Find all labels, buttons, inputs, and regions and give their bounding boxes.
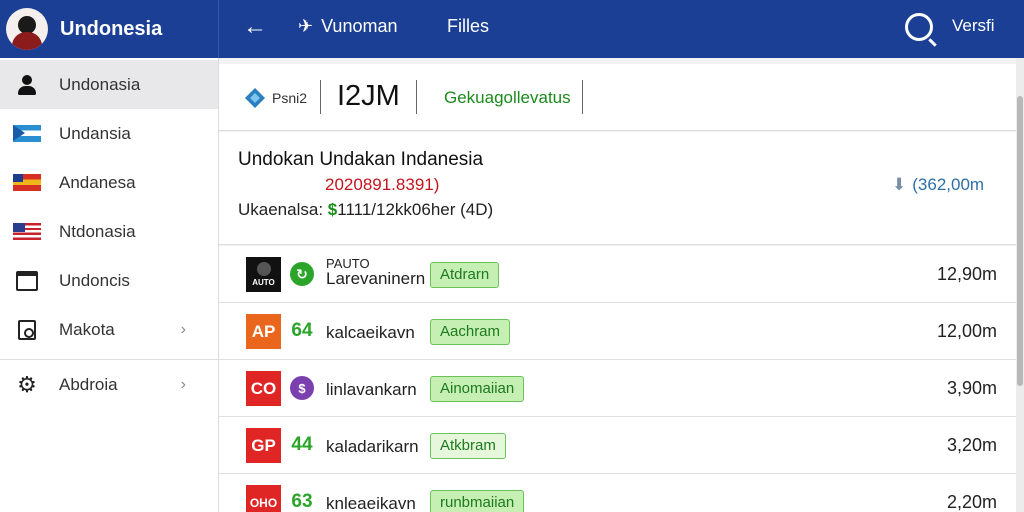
- row-number: 64: [291, 320, 313, 341]
- sidebar-item-makota[interactable]: Makota ›: [0, 305, 218, 354]
- summary-line-label: Ukaenalsa:: [238, 200, 324, 219]
- summary-code: 2020891.8391): [325, 175, 440, 194]
- app-logo-auto: AUTO: [246, 257, 281, 292]
- row-name: linlavankarn: [326, 380, 417, 399]
- plane-icon: ✈: [298, 16, 314, 36]
- table-row[interactable]: CO $ linlavankarn Ainomaiian 3,90m: [219, 360, 1016, 417]
- row-size: 2,20m: [946, 492, 997, 512]
- status-badge: Atdrarn: [430, 262, 500, 288]
- sidebar-item-undonasia[interactable]: Undonasia: [0, 60, 218, 109]
- row-name: kalcaeikavn: [326, 323, 415, 342]
- flag-icon: [13, 174, 41, 191]
- status-badge: runbmaiian: [430, 490, 525, 512]
- row-number: 44: [291, 434, 313, 455]
- brand-logo: [6, 8, 48, 50]
- brand-title: Undonesia: [60, 17, 163, 40]
- dollar-icon: $: [290, 376, 314, 400]
- toolbar-separator: [320, 80, 321, 114]
- brand: Undonesia: [0, 0, 219, 58]
- toolbar-small-label: Psni2: [272, 90, 308, 106]
- row-name: PAUTO Larevaninern: [326, 256, 426, 288]
- refresh-icon: ↻: [290, 262, 314, 286]
- sidebar-item-undansia[interactable]: Undansia: [0, 109, 218, 158]
- version-link[interactable]: Versfi: [952, 16, 995, 36]
- box-icon: [18, 319, 36, 340]
- summary-line-rest: 1111/12kk06her (4D): [337, 200, 494, 219]
- table-row[interactable]: GP 44 kaladarikarn Atkbram 3,20m: [219, 417, 1016, 474]
- chevron-right-icon: ›: [180, 320, 186, 338]
- sidebar-item-abdroia[interactable]: ⚙ Abdroia ›: [0, 360, 218, 409]
- back-arrow-icon[interactable]: ←: [240, 12, 270, 42]
- sidebar-item-undoncis[interactable]: Undoncis: [0, 256, 218, 305]
- top-bar: Undonesia ← ✈ Vunoman Filles Versfi: [0, 0, 1024, 58]
- row-size: 3,90m: [946, 378, 997, 398]
- app-logo-oho: OHO: [246, 485, 281, 512]
- nav-link-files[interactable]: Filles: [447, 16, 489, 37]
- row-size: 12,90m: [936, 264, 997, 284]
- scrollbar-thumb[interactable]: [1017, 96, 1023, 386]
- row-name: kaladarikarn: [326, 437, 419, 456]
- app-logo-gp: GP: [246, 428, 281, 463]
- file-list: AUTO ↻ PAUTO Larevaninern Atdrarn 12,90m…: [219, 246, 1016, 512]
- summary-right-value: ⬇ (362,00m: [892, 175, 985, 194]
- status-badge: Ainomaiian: [430, 376, 525, 402]
- summary-line: Ukaenalsa: $1111/12kk06her (4D): [238, 200, 493, 220]
- table-row[interactable]: AUTO ↻ PAUTO Larevaninern Atdrarn 12,90m: [219, 246, 1016, 303]
- app-logo-co: CO: [246, 371, 281, 406]
- download-arrow-icon: ⬇: [892, 175, 907, 194]
- gear-icon: ⚙: [17, 371, 37, 397]
- table-row[interactable]: OHO 63 knleaeikavn runbmaiian 2,20m: [219, 474, 1016, 512]
- summary-title: Undokan Undakan Indanesia: [238, 149, 484, 170]
- row-name: knleaeikavn: [326, 494, 416, 512]
- summary-amount: $: [327, 200, 338, 219]
- toolbar-separator: [416, 80, 417, 114]
- sidebar-item-andanesa[interactable]: Andanesa: [0, 158, 218, 207]
- sidebar-item-ntdonasia[interactable]: Ntdonasia: [0, 207, 218, 256]
- chevron-right-icon: ›: [180, 375, 186, 393]
- nav-link-vunoman[interactable]: ✈ Vunoman: [298, 16, 397, 37]
- status-badge: Atkbram: [430, 433, 506, 459]
- toolbar-green-label[interactable]: Gekuagollevatus: [444, 88, 571, 108]
- row-size: 3,20m: [946, 435, 997, 455]
- flag-icon: [13, 223, 41, 240]
- window-icon: [16, 270, 38, 291]
- status-badge: Aachram: [430, 319, 511, 345]
- sidebar: Undonasia Undansia Andanesa Ntdonasia Un…: [0, 58, 219, 512]
- row-size: 12,00m: [936, 321, 997, 341]
- flag-icon: [13, 125, 41, 142]
- table-row[interactable]: AP 64 kalcaeikavn Aachram 12,00m: [219, 303, 1016, 360]
- person-icon: [17, 74, 37, 95]
- toolbar-separator: [582, 80, 583, 114]
- app-logo-ap: AP: [246, 314, 281, 349]
- row-number: 63: [291, 491, 313, 512]
- search-icon[interactable]: [905, 13, 933, 41]
- app-logo-icon: [245, 88, 265, 108]
- summary-card: Undokan Undakan Indanesia 2020891.8391) …: [219, 132, 1016, 245]
- toolbar-big-value: I2JM: [337, 80, 400, 112]
- toolbar-card: Psni2 I2JM Gekuagollevatus: [219, 64, 1016, 131]
